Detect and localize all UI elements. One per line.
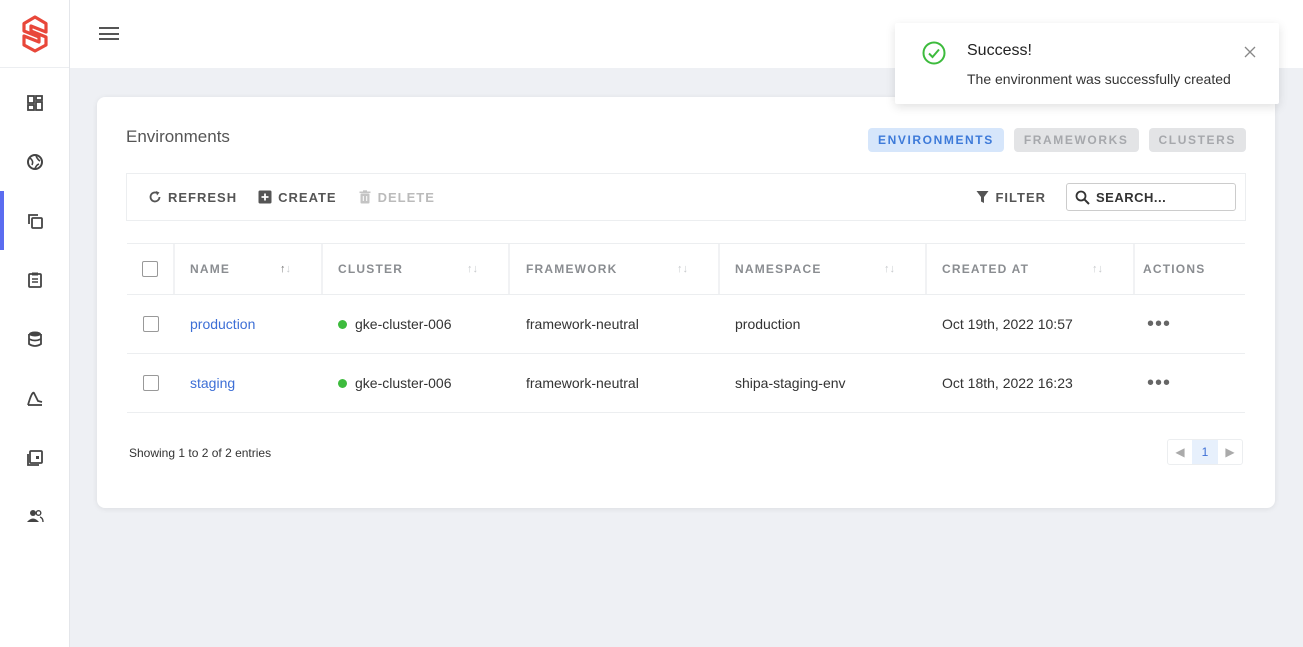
database-icon: [27, 331, 42, 347]
shipa-logo-icon[interactable]: [0, 0, 69, 68]
sort-icon[interactable]: ↑↓: [677, 263, 688, 275]
table-header-row: NAME ↑↓ CLUSTER ↑↓ FRAMEWORK ↑↓ NAMESPACE ↑↓…: [127, 243, 1245, 295]
delete-label: DELETE: [377, 189, 435, 205]
page-title: Environments: [126, 127, 230, 146]
cluster-status-dot: [338, 378, 347, 388]
pagination: ◀ 1 ▶: [1167, 439, 1243, 465]
sidebar-item-globe[interactable]: [0, 132, 69, 191]
created-at-cell: Oct 18th, 2022 16:23: [942, 375, 1073, 391]
cluster-name: gke-cluster-006: [355, 375, 452, 391]
calendar-icon: [26, 449, 43, 466]
tab-clusters[interactable]: CLUSTERS: [1148, 128, 1246, 152]
trash-icon: [359, 190, 371, 204]
row-checkbox[interactable]: [143, 316, 159, 332]
filter-icon: [976, 191, 989, 203]
column-header-framework[interactable]: FRAMEWORK ↑↓: [510, 244, 720, 294]
sidebar-item-users[interactable]: [0, 486, 69, 545]
sort-icon[interactable]: ↑↓: [884, 263, 895, 275]
more-actions-icon[interactable]: •••: [1147, 373, 1171, 393]
toolbar: REFRESH CREATE DELETE FILTER: [126, 173, 1246, 221]
created-at-cell: Oct 19th, 2022 10:57: [942, 316, 1073, 332]
more-actions-icon[interactable]: •••: [1147, 314, 1171, 334]
tab-frameworks[interactable]: FRAMEWORKS: [1013, 128, 1139, 152]
search-icon: [1075, 190, 1090, 205]
sort-icon[interactable]: ↑↓: [467, 263, 478, 275]
column-header-created-at[interactable]: CREATED AT ↑↓: [927, 244, 1135, 294]
delete-button[interactable]: DELETE: [358, 190, 435, 205]
table-row: staging gke-cluster-006 framework-neutra…: [127, 354, 1245, 413]
check-circle-icon: [922, 41, 946, 65]
globe-icon: [26, 153, 43, 170]
environments-table: NAME ↑↓ CLUSTER ↑↓ FRAMEWORK ↑↓ NAMESPACE ↑↓…: [127, 243, 1245, 413]
sort-icon[interactable]: ↑↓: [1092, 263, 1103, 275]
column-header-namespace[interactable]: NAMESPACE ↑↓: [720, 244, 927, 294]
sort-icon[interactable]: ↑↓: [280, 263, 291, 275]
namespace-cell: production: [735, 316, 801, 332]
refresh-icon: [149, 191, 161, 203]
sidebar: [0, 0, 70, 647]
select-all-checkbox[interactable]: [142, 261, 158, 277]
search-input[interactable]: [1096, 189, 1226, 205]
environments-card: Environments ENVIRONMENTS FRAMEWORKS CLU…: [97, 97, 1275, 508]
environment-name-link[interactable]: production: [190, 316, 255, 332]
entries-info: Showing 1 to 2 of 2 entries: [129, 446, 272, 460]
framework-cell: framework-neutral: [526, 316, 639, 332]
clipboard-icon: [27, 272, 42, 288]
filter-button[interactable]: FILTER: [976, 190, 1046, 205]
create-button[interactable]: CREATE: [258, 190, 336, 205]
filter-label: FILTER: [995, 189, 1046, 205]
cluster-name: gke-cluster-006: [355, 316, 452, 332]
sidebar-item-environments[interactable]: [0, 191, 69, 250]
column-header-cluster[interactable]: CLUSTER ↑↓: [323, 244, 510, 294]
sidebar-item-clipboard[interactable]: [0, 250, 69, 309]
refresh-label: REFRESH: [168, 189, 238, 205]
namespace-cell: shipa-staging-env: [735, 375, 846, 391]
column-header-name[interactable]: NAME ↑↓: [175, 244, 323, 294]
page-button-1[interactable]: 1: [1192, 440, 1218, 464]
cluster-status-dot: [338, 319, 347, 329]
success-toast: Success! The environment was successfull…: [895, 23, 1279, 104]
search-box: [1066, 183, 1236, 211]
chart-icon: [26, 391, 42, 406]
create-label: CREATE: [278, 189, 337, 205]
table-row: production gke-cluster-006 framework-neu…: [127, 295, 1245, 354]
next-page-icon[interactable]: ▶: [1218, 440, 1242, 464]
toast-title: Success!: [967, 42, 1032, 59]
tab-bar: ENVIRONMENTS FRAMEWORKS CLUSTERS: [867, 128, 1246, 152]
sidebar-item-database[interactable]: [0, 309, 69, 368]
copy-icon: [27, 213, 43, 229]
row-checkbox[interactable]: [143, 375, 159, 391]
refresh-button[interactable]: REFRESH: [148, 190, 237, 205]
dashboard-icon: [26, 94, 43, 111]
environment-name-link[interactable]: staging: [190, 375, 235, 391]
add-box-icon: [258, 190, 272, 204]
header-select-cell: [127, 244, 175, 294]
prev-page-icon[interactable]: ◀: [1168, 440, 1192, 464]
tab-environments[interactable]: ENVIRONMENTS: [867, 128, 1004, 152]
users-icon: [26, 509, 44, 522]
column-header-actions: ACTIONS: [1143, 262, 1206, 276]
sidebar-item-monitoring[interactable]: [0, 368, 69, 427]
hamburger-icon[interactable]: [99, 25, 119, 43]
close-icon[interactable]: [1244, 46, 1256, 58]
sidebar-item-events[interactable]: [0, 427, 69, 486]
sidebar-item-dashboard[interactable]: [0, 73, 69, 132]
toast-message: The environment was successfully created: [967, 71, 1231, 87]
framework-cell: framework-neutral: [526, 375, 639, 391]
